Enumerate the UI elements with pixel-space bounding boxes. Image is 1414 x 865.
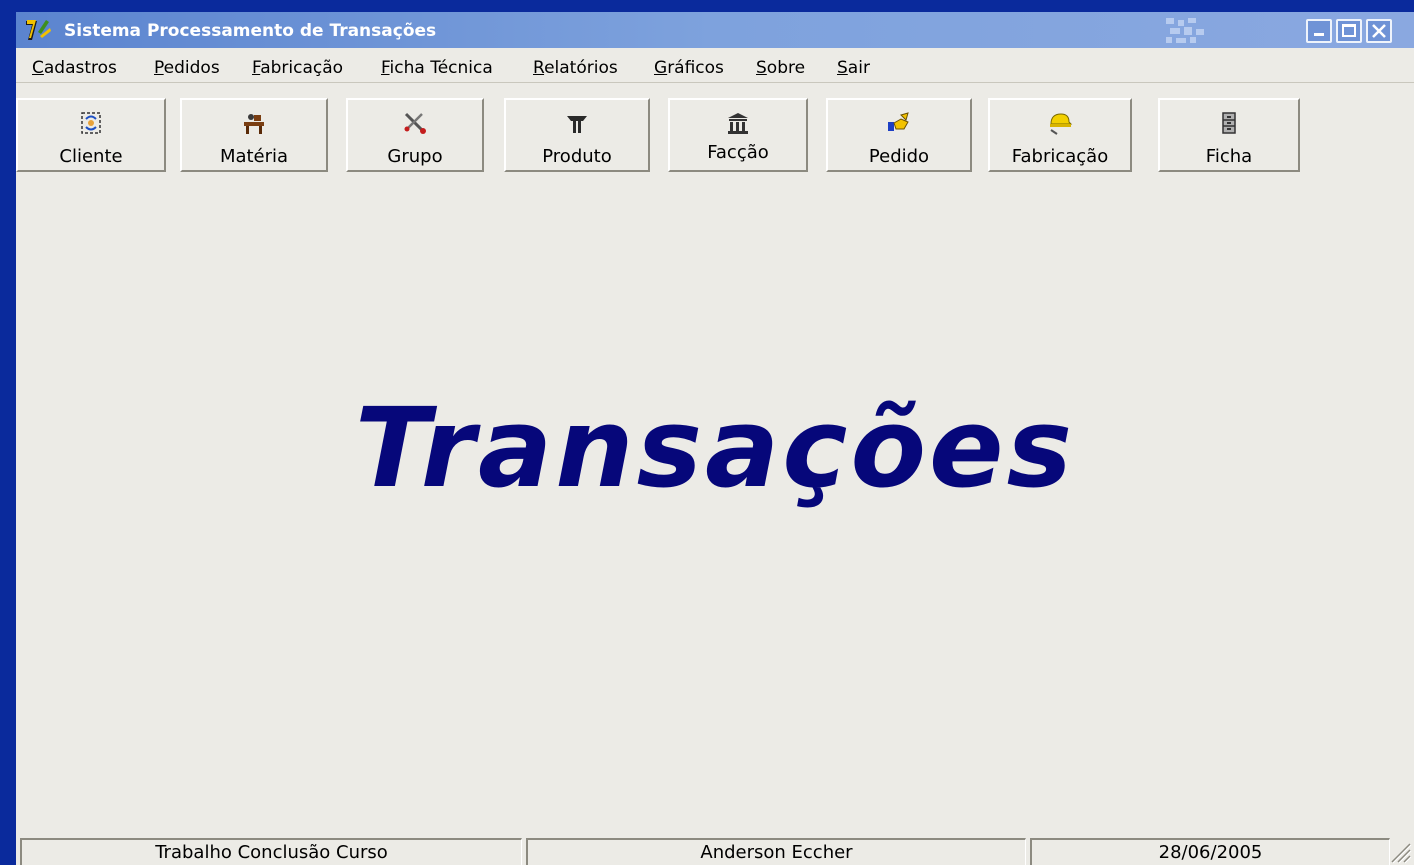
- hardhat-icon: [1050, 113, 1073, 135]
- resize-grip-icon[interactable]: [1388, 840, 1412, 864]
- title-bar-pattern: [1166, 18, 1208, 44]
- ficha-label: Ficha: [1205, 146, 1253, 167]
- ficha-button[interactable]: Ficha: [1158, 98, 1300, 172]
- fabricacao-label: Fabricação: [1011, 146, 1109, 167]
- maximize-icon: [1342, 24, 1356, 37]
- title-bar[interactable]: Sistema Processamento de Transações: [16, 12, 1414, 48]
- faccao-button[interactable]: Facção: [668, 98, 808, 172]
- minimize-button[interactable]: [1306, 19, 1332, 43]
- workbench-icon: [244, 114, 264, 134]
- menu-ficha-tecnica[interactable]: Ficha Técnica: [381, 58, 493, 78]
- minimize-icon: [1314, 33, 1324, 36]
- pedido-label: Pedido: [868, 146, 930, 167]
- menu-sair[interactable]: Sair: [837, 58, 870, 78]
- materia-button[interactable]: Matéria: [180, 98, 328, 172]
- status-panel-author: Anderson Eccher: [526, 838, 1026, 865]
- produto-button[interactable]: Produto: [504, 98, 650, 172]
- toolbar: Cliente Matéria Grupo Produto Facção Ped…: [16, 98, 1414, 174]
- maximize-button[interactable]: [1336, 19, 1362, 43]
- cliente-label: Cliente: [59, 146, 123, 167]
- fabricacao-button[interactable]: Fabricação: [988, 98, 1132, 172]
- status-bar: Trabalho Conclusão Curso Anderson Eccher…: [16, 836, 1414, 865]
- close-icon: [1372, 24, 1386, 38]
- status-panel-date: 28/06/2005: [1030, 838, 1390, 865]
- menu-sobre[interactable]: Sobre: [756, 58, 805, 78]
- menu-pedidos[interactable]: Pedidos: [154, 58, 220, 78]
- main-title: Transações: [354, 384, 1076, 512]
- anvil-icon: [567, 116, 587, 133]
- tools-icon: [404, 112, 426, 134]
- close-button[interactable]: [1366, 19, 1392, 43]
- menu-fabricacao[interactable]: Fabricação: [252, 58, 343, 78]
- main-window: Sistema Processamento de Transações Cada…: [16, 12, 1414, 865]
- status-panel-course: Trabalho Conclusão Curso: [20, 838, 522, 865]
- grupo-label: Grupo: [387, 146, 443, 167]
- building-icon: [728, 113, 748, 134]
- menu-relatorios[interactable]: Relatórios: [533, 58, 618, 78]
- pedido-button[interactable]: Pedido: [826, 98, 972, 172]
- app-logo-icon: [26, 20, 51, 40]
- materia-label: Matéria: [219, 146, 289, 167]
- cabinet-icon: [1222, 112, 1236, 134]
- menu-cadastros[interactable]: Cadastros: [32, 58, 117, 78]
- people-cycle-icon: [81, 112, 101, 134]
- cliente-button[interactable]: Cliente: [16, 98, 166, 172]
- window-title: Sistema Processamento de Transações: [64, 21, 437, 41]
- produto-label: Produto: [542, 146, 612, 167]
- grupo-button[interactable]: Grupo: [346, 98, 484, 172]
- menu-graficos[interactable]: Gráficos: [654, 58, 724, 78]
- menu-bar: Cadastros Pedidos Fabricação Ficha Técni…: [16, 52, 1414, 83]
- handshake-icon: [888, 112, 909, 131]
- faccao-label: Facção: [707, 142, 769, 163]
